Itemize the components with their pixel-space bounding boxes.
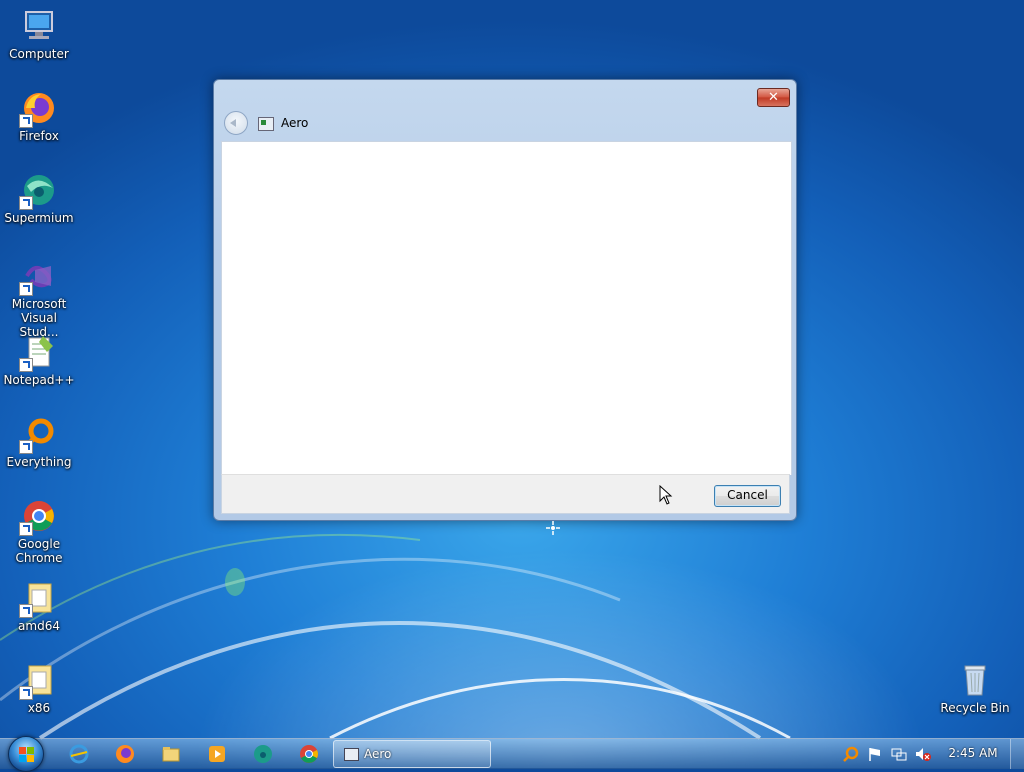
chrome-icon[interactable] (298, 743, 320, 765)
back-button[interactable] (224, 111, 248, 135)
recycle-bin-icon (957, 662, 993, 698)
folder-icon (19, 580, 57, 618)
chrome-icon (19, 498, 57, 536)
desktop-icon-x86[interactable]: x86 (2, 662, 76, 715)
show-desktop-button[interactable] (1010, 739, 1024, 769)
folder-icon (19, 662, 57, 700)
action-center-flag-icon[interactable] (867, 746, 883, 762)
mouse-pointer-icon (659, 485, 673, 505)
app-window-icon (344, 748, 359, 761)
desktop-icon-supermium[interactable]: Supermium (2, 172, 76, 225)
close-button[interactable]: ✕ (757, 88, 790, 107)
internet-explorer-icon[interactable] (68, 743, 90, 765)
computer-icon (21, 8, 57, 44)
file-explorer-icon[interactable] (160, 743, 182, 765)
visual-studio-icon (19, 258, 57, 296)
cancel-button[interactable]: Cancel (714, 485, 781, 507)
taskbar: Aero 2:45 AM (0, 736, 1024, 772)
firefox-icon[interactable] (114, 743, 136, 765)
volume-muted-icon[interactable] (915, 746, 931, 762)
system-clock[interactable]: 2:45 AM (944, 746, 1002, 760)
desktop-icon-notepadpp[interactable]: Notepad++ (2, 334, 76, 387)
network-icon[interactable] (891, 746, 907, 762)
dialog-title: Aero (281, 116, 309, 130)
back-arrow-icon (230, 119, 236, 127)
desktop-icon-recycle-bin[interactable]: Recycle Bin (938, 662, 1012, 715)
supermium-icon (19, 172, 57, 210)
windows-logo-icon (19, 747, 34, 762)
firefox-icon (19, 90, 57, 128)
everything-icon (19, 416, 57, 454)
aero-dialog: ✕ Aero Cancel (213, 79, 797, 521)
desktop-icon-computer[interactable]: Computer (2, 8, 76, 61)
desktop-icon-amd64[interactable]: amd64 (2, 580, 76, 633)
desktop-icon-everything[interactable]: Everything (2, 416, 76, 469)
desktop-icon-firefox[interactable]: Firefox (2, 90, 76, 143)
supermium-icon[interactable] (252, 743, 274, 765)
notepadpp-icon (19, 334, 57, 372)
dialog-footer: Cancel (221, 474, 790, 514)
desktop-icon-chrome[interactable]: Google Chrome (2, 498, 76, 565)
search-icon[interactable] (843, 746, 859, 762)
desktop-icon-visual-studio[interactable]: Microsoft Visual Stud... (2, 258, 76, 339)
app-window-icon (258, 117, 274, 131)
busy-cursor-icon (546, 521, 560, 535)
start-button[interactable] (8, 736, 44, 772)
media-player-icon[interactable] (206, 743, 228, 765)
taskbar-task-aero[interactable]: Aero (333, 740, 491, 768)
dialog-content-area (221, 141, 792, 475)
